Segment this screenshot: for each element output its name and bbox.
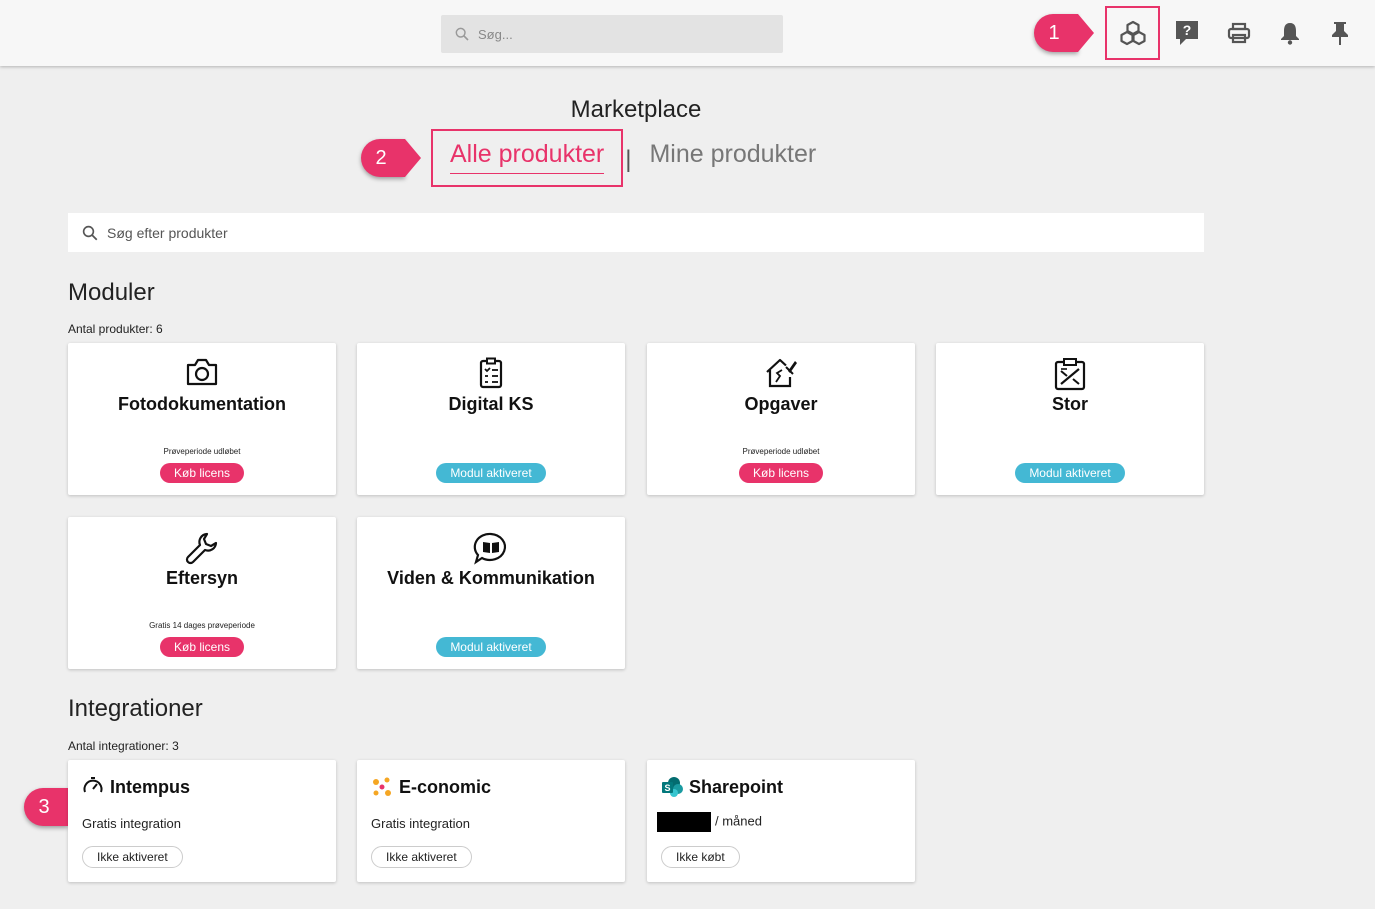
page-title: Marketplace xyxy=(570,96,702,123)
module-note: Gratis 14 dages prøveperiode xyxy=(149,621,255,630)
integration-card-sharepoint[interactable]: S Sharepoint / måned Ikke købt xyxy=(647,760,915,882)
help-button[interactable]: ? xyxy=(1172,18,1202,48)
wrench-icon xyxy=(185,532,218,565)
book-chat-icon xyxy=(473,532,507,565)
svg-text:?: ? xyxy=(1183,22,1192,38)
module-name: Digital KS xyxy=(448,394,534,414)
svg-text:S: S xyxy=(664,783,670,793)
module-name: Fotodokumentation xyxy=(118,394,286,414)
buy-license-button[interactable]: Køb licens xyxy=(159,463,245,483)
top-bar: ? xyxy=(0,0,1375,66)
print-button[interactable] xyxy=(1224,18,1254,48)
callout-2: 2 xyxy=(361,139,421,177)
bell-icon xyxy=(1281,23,1299,45)
module-card-viden-kommunikation[interactable]: Viden & Kommunikation Modul aktiveret xyxy=(357,517,625,669)
integrations-title: Integrationer xyxy=(68,695,203,722)
tab-my-products[interactable]: Mine produkter xyxy=(649,140,816,169)
economic-logo-icon xyxy=(373,777,391,796)
stopwatch-icon xyxy=(83,777,103,793)
module-card-stor[interactable]: Stor Modul aktiveret xyxy=(936,343,1204,495)
clipboard-tools-icon xyxy=(1054,358,1086,391)
global-search-input[interactable] xyxy=(476,25,760,43)
integration-card-e-conomic[interactable]: E-conomic Gratis integration Ikke aktive… xyxy=(357,760,625,882)
camera-icon xyxy=(186,358,218,386)
print-icon xyxy=(1227,22,1251,44)
not-activated-button[interactable]: Ikke aktiveret xyxy=(371,846,472,868)
product-search[interactable] xyxy=(68,213,1204,252)
buy-license-button[interactable]: Køb licens xyxy=(738,463,824,483)
module-card-digital-ks[interactable]: Digital KS Modul aktiveret xyxy=(357,343,625,495)
integration-name: Intempus xyxy=(110,776,191,797)
not-activated-button[interactable]: Ikke aktiveret xyxy=(82,846,183,868)
module-card-eftersyn[interactable]: Eftersyn Gratis 14 dages prøveperiode Kø… xyxy=(68,517,336,669)
buy-license-button[interactable]: Køb licens xyxy=(159,637,245,657)
callout-3: 3 xyxy=(24,788,84,826)
module-activated-badge: Modul aktiveret xyxy=(436,463,546,483)
integration-subtitle: Gratis integration xyxy=(82,816,181,831)
integration-price: / måned xyxy=(657,812,762,832)
module-name: Stor xyxy=(1052,394,1088,414)
not-purchased-button[interactable]: Ikke købt xyxy=(661,846,740,868)
redacted-price xyxy=(657,812,711,832)
search-icon xyxy=(455,27,469,41)
modules-title: Moduler xyxy=(68,279,155,306)
module-note: Prøveperiode udløbet xyxy=(742,447,820,456)
help-icon: ? xyxy=(1176,21,1198,45)
module-activated-badge: Modul aktiveret xyxy=(436,637,546,657)
module-card-fotodokumentation[interactable]: Fotodokumentation Prøveperiode udløbet K… xyxy=(68,343,336,495)
integration-card-intempus[interactable]: Intempus Gratis integration Ikke aktiver… xyxy=(68,760,336,882)
module-name: Opgaver xyxy=(744,394,818,414)
integration-subtitle: Gratis integration xyxy=(371,816,470,831)
integration-name: E-conomic xyxy=(399,776,492,797)
global-search[interactable] xyxy=(441,15,783,53)
pin-button[interactable] xyxy=(1325,18,1355,48)
price-period: / måned xyxy=(715,813,762,829)
integrations-count: Antal integrationer: 3 xyxy=(68,739,179,753)
tab-separator: | xyxy=(625,146,632,173)
module-activated-badge: Modul aktiveret xyxy=(1015,463,1125,483)
search-icon xyxy=(82,225,98,240)
highlight-marketplace xyxy=(1105,6,1160,60)
notifications-button[interactable] xyxy=(1275,18,1305,48)
tab-all-products[interactable]: Alle produkter xyxy=(450,140,605,174)
module-name: Viden & Kommunikation xyxy=(387,568,595,588)
pin-icon xyxy=(1332,22,1348,45)
clipboard-check-icon xyxy=(479,357,503,389)
integration-name: Sharepoint xyxy=(689,776,784,797)
house-tools-icon xyxy=(766,358,797,388)
modules-count: Antal produkter: 6 xyxy=(68,322,163,336)
tabs: Alle produkter | Mine produkter xyxy=(450,140,816,174)
product-search-input[interactable] xyxy=(105,223,1109,242)
sharepoint-logo-icon: S xyxy=(662,777,683,797)
module-card-opgaver[interactable]: Opgaver Prøveperiode udløbet Køb licens xyxy=(647,343,915,495)
module-name: Eftersyn xyxy=(165,568,239,588)
callout-1: 1 xyxy=(1034,14,1094,52)
module-note: Prøveperiode udløbet xyxy=(163,447,241,456)
